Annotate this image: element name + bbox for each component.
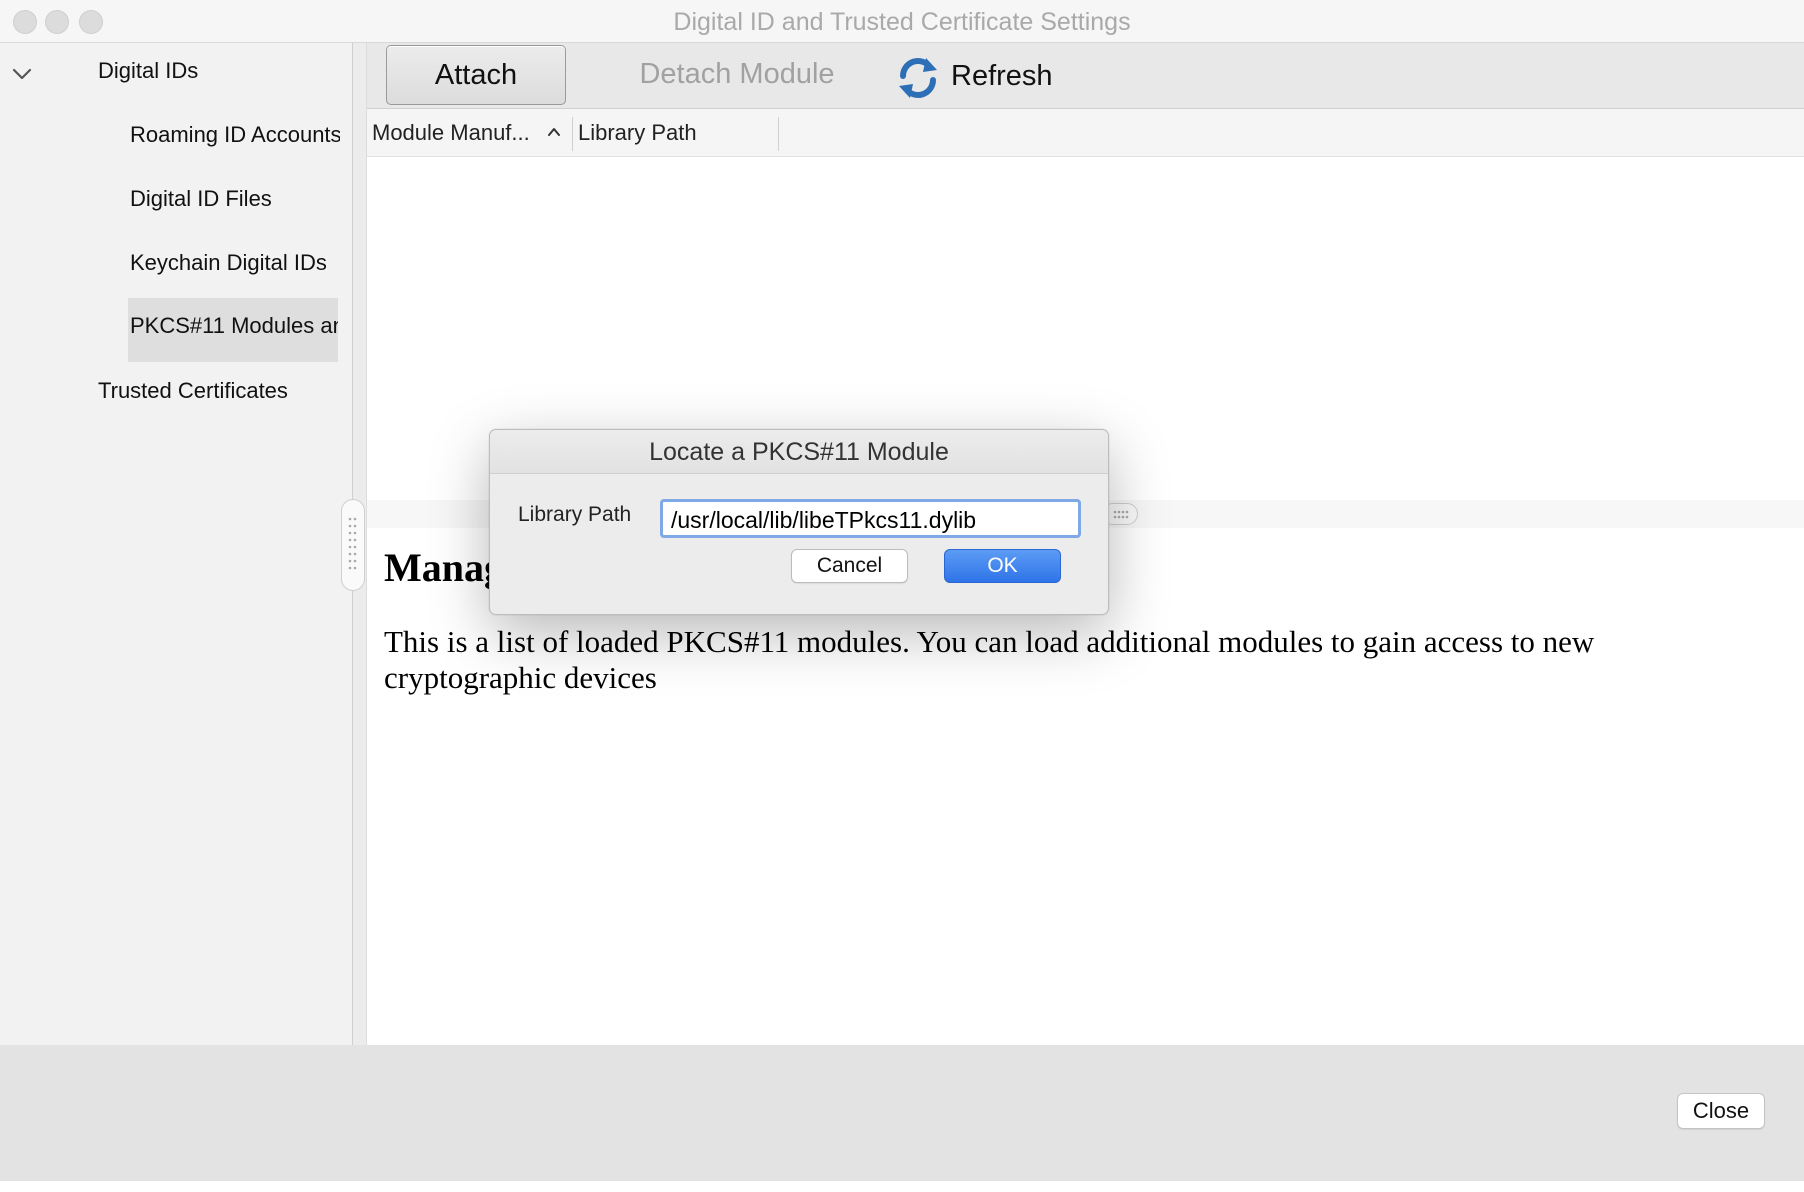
sidebar-item-trusted-certificates[interactable]: Trusted Certificates <box>98 378 288 404</box>
column-header-module-manufacturer[interactable]: Module Manuf... <box>372 109 547 157</box>
toolbar: Attach Module Detach Module Refresh <box>367 43 1804 149</box>
sidebar-item-digital-id-files[interactable]: Digital ID Files <box>130 186 272 212</box>
locate-module-dialog: Locate a PKCS#11 Module Library Path Can… <box>489 429 1109 615</box>
table-header: Module Manuf... Library Path <box>367 109 1804 157</box>
title-bar: Digital ID and Trusted Certificate Setti… <box>0 0 1804 43</box>
refresh-button[interactable]: Refresh <box>895 45 1070 105</box>
cancel-button[interactable]: Cancel <box>791 549 908 583</box>
column-label: Library Path <box>578 120 697 145</box>
close-button[interactable]: Close <box>1677 1093 1765 1129</box>
column-label: Module Manuf... <box>372 120 530 145</box>
refresh-icon <box>899 58 937 98</box>
description-text: This is a list of loaded PKCS#11 modules… <box>384 624 1595 695</box>
sidebar-item-roaming-id-accounts[interactable]: Roaming ID Accounts <box>130 122 340 148</box>
column-separator[interactable] <box>778 117 779 151</box>
sort-ascending-icon <box>548 128 560 136</box>
refresh-label: Refresh <box>951 60 1053 92</box>
library-path-label: Library Path <box>518 503 632 526</box>
dialog-title: Locate a PKCS#11 Module <box>649 438 949 466</box>
dialog-title-bar: Locate a PKCS#11 Module <box>490 430 1108 474</box>
detach-module-button[interactable]: Detach Module <box>637 45 837 105</box>
window-title: Digital ID and Trusted Certificate Setti… <box>673 8 1131 36</box>
ok-button[interactable]: OK <box>944 549 1061 583</box>
footer-bar <box>0 1045 1804 1181</box>
sidebar-item-keychain-digital-ids[interactable]: Keychain Digital IDs <box>130 250 327 276</box>
library-path-input[interactable] <box>660 499 1081 538</box>
column-separator[interactable] <box>572 117 573 151</box>
description-heading: Manag <box>384 545 504 590</box>
vertical-splitter-grip-icon[interactable] <box>341 499 365 591</box>
attach-module-button[interactable]: Attach Module <box>386 45 566 149</box>
settings-window: Digital ID and Trusted Certificate Setti… <box>0 0 1804 1181</box>
sidebar-item-pkcs11-modules[interactable]: PKCS#11 Modules and Tokens <box>128 298 338 362</box>
column-header-library-path[interactable]: Library Path <box>578 109 768 157</box>
sidebar-item-digital-ids[interactable]: Digital IDs <box>98 58 198 84</box>
chevron-down-icon[interactable] <box>12 64 32 84</box>
